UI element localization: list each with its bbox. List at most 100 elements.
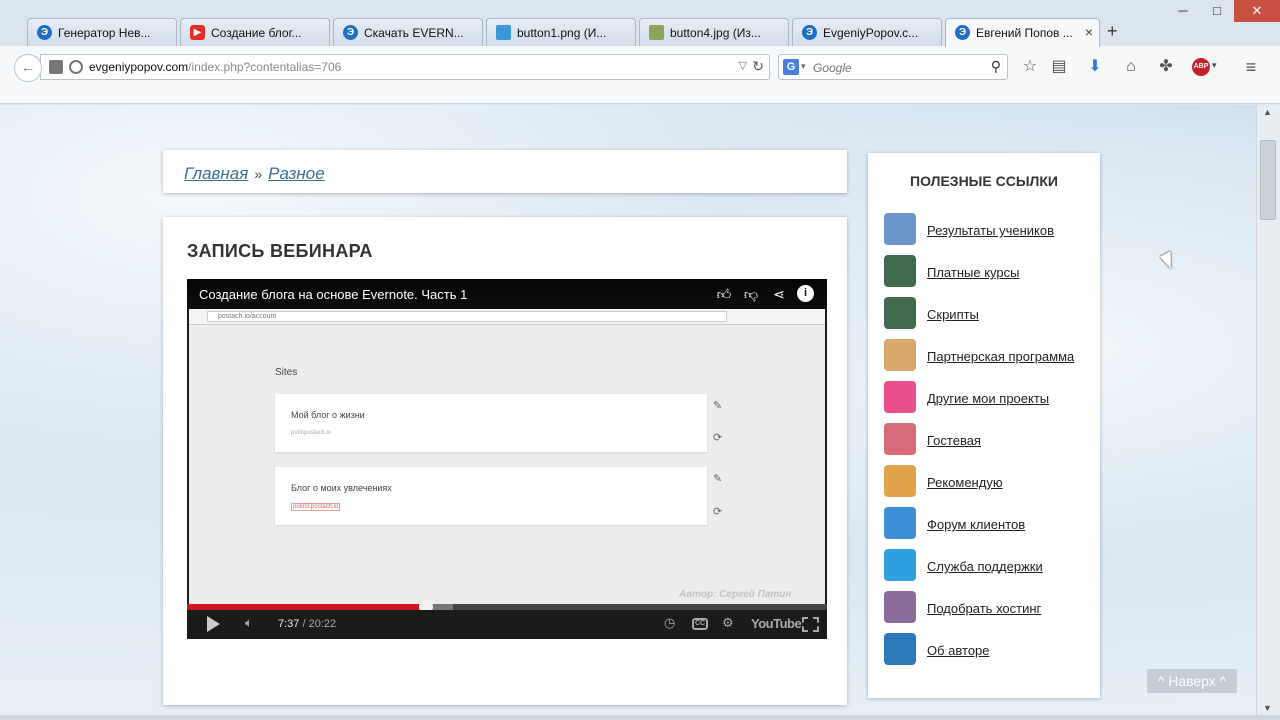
home-icon[interactable]: ⌂	[1119, 55, 1143, 79]
video-inner-blog-url: putinpostach.io	[291, 430, 332, 436]
sidebar-link[interactable]: Скрипты	[884, 297, 1094, 331]
sidebar-link[interactable]: Служба поддержки	[884, 549, 1094, 583]
sidebar-link-label[interactable]: Рекомендую	[927, 475, 1003, 490]
video-frame[interactable]: postach.io/account Sites Мой блог о жизн…	[189, 309, 825, 604]
browser-tab[interactable]: button1.png (И...	[486, 18, 636, 46]
browser-tab[interactable]: Э EvgeniyPopov.c...	[792, 18, 942, 46]
sidebar-link[interactable]: Другие мои проекты	[884, 381, 1094, 415]
browser-tab[interactable]: ▶ Создание блог...	[180, 18, 330, 46]
evgeniy-icon: Э	[802, 25, 817, 40]
page-icon	[49, 60, 63, 74]
breadcrumb-home-link[interactable]: Главная	[184, 164, 248, 183]
search-placeholder[interactable]: Google	[813, 61, 852, 75]
sidebar-link-label[interactable]: Подобрать хостинг	[927, 601, 1041, 616]
play-icon[interactable]	[207, 616, 220, 632]
browser-tab[interactable]: Э Скачать EVERN...	[333, 18, 483, 46]
youtube-logo[interactable]: YouTube	[751, 616, 802, 631]
captions-icon[interactable]: CC	[692, 618, 708, 630]
dislike-icon[interactable]: 👎︎	[742, 285, 760, 303]
menu-icon[interactable]: ≡	[1239, 55, 1263, 79]
scroll-down-icon[interactable]: ▼	[1263, 703, 1272, 713]
fullscreen-icon[interactable]	[802, 617, 819, 632]
handshake-icon[interactable]	[884, 339, 916, 371]
sidebar-link-label[interactable]: Форум клиентов	[927, 517, 1025, 532]
browser-tab-active[interactable]: Э Евгений Попов ... ×	[945, 18, 1100, 47]
sidebar-link-label[interactable]: Результаты учеников	[927, 223, 1054, 238]
sidebar-link[interactable]: Гостевая	[884, 423, 1094, 457]
youtube-icon: ▶	[190, 25, 205, 40]
engine-dropdown-icon[interactable]: ▾	[801, 61, 806, 72]
watch-later-icon[interactable]: ◷	[664, 615, 675, 631]
sidebar-link[interactable]: Рекомендую	[884, 465, 1094, 499]
sidebar-link-label[interactable]: Служба поддержки	[927, 559, 1043, 574]
video-time-separator: /	[299, 618, 309, 630]
video-inner-blog-card: Мой блог о жизни putinpostach.io	[275, 394, 707, 452]
folders-icon[interactable]	[884, 381, 916, 413]
sidebar-link[interactable]: Платные курсы	[884, 255, 1094, 289]
evgeniy-icon: Э	[343, 25, 358, 40]
sidebar-link-label[interactable]: Другие мои проекты	[927, 391, 1049, 406]
search-box[interactable]: G ▾ Google ⚲	[778, 54, 1008, 80]
search-engine-icon[interactable]: G	[783, 59, 799, 75]
back-button[interactable]: ←	[14, 54, 42, 82]
settings-gear-icon[interactable]: ⚙	[722, 615, 734, 631]
thumbs-up-icon[interactable]	[884, 465, 916, 497]
browser-tab[interactable]: Э Генератор Нев...	[27, 18, 177, 46]
url-dropdown-icon[interactable]: ▽	[739, 59, 747, 72]
navigation-toolbar: evgeniypopov.com/index.php?contentalias=…	[0, 46, 1280, 104]
jpg-icon	[649, 25, 664, 40]
adblock-icon[interactable]: ABP	[1192, 58, 1210, 76]
sidebar-title: ПОЛЕЗНЫЕ ССЫЛКИ	[910, 173, 1058, 189]
share-icon[interactable]: ⋖	[770, 285, 788, 303]
adblock-dropdown-icon[interactable]: ▾	[1212, 60, 1217, 71]
tab-close-icon[interactable]: ×	[1085, 24, 1093, 40]
search-icon[interactable]: ⚲	[991, 58, 1001, 75]
students-results-icon[interactable]	[884, 213, 916, 245]
sidebar-link[interactable]: Подобрать хостинг	[884, 591, 1094, 625]
sidebar-link[interactable]: Партнерская программа	[884, 339, 1094, 373]
sidebar-link[interactable]: Результаты учеников	[884, 213, 1094, 247]
ninja-icon[interactable]	[884, 591, 916, 623]
back-to-top-button[interactable]: ^ Наверх ^	[1147, 669, 1237, 693]
url-text[interactable]: evgeniypopov.com/index.php?contentalias=…	[89, 60, 341, 74]
browser-tab[interactable]: button4.jpg (Из...	[639, 18, 789, 46]
window-controls: ─ □ ✕	[1166, 0, 1280, 22]
close-window-button[interactable]: ✕	[1234, 0, 1280, 22]
sidebar-link[interactable]: Форум клиентов	[884, 507, 1094, 541]
sidebar-link[interactable]: Об авторе	[884, 633, 1094, 667]
video-title-bar: Создание блога на основе Evernote. Часть…	[187, 279, 827, 309]
scripts-icon[interactable]	[884, 297, 916, 329]
breadcrumb-current-link[interactable]: Разное	[268, 164, 325, 183]
horizontal-scrollbar[interactable]	[0, 715, 1280, 720]
extension-icon[interactable]: ✤	[1154, 55, 1178, 79]
forum-icon[interactable]	[884, 507, 916, 539]
guestbook-icon[interactable]	[884, 423, 916, 455]
video-title[interactable]: Создание блога на основе Evernote. Часть…	[199, 287, 467, 302]
paid-courses-icon[interactable]	[884, 255, 916, 287]
info-icon[interactable]: i	[797, 285, 814, 302]
bookmark-star-icon[interactable]: ☆	[1018, 55, 1042, 79]
tab-title: button1.png (И...	[517, 25, 607, 40]
vertical-scrollbar[interactable]: ▲ ▼	[1256, 105, 1280, 715]
tab-title: EvgeniyPopov.c...	[823, 25, 919, 40]
sidebar-link-label[interactable]: Партнерская программа	[927, 349, 1074, 364]
address-bar[interactable]: evgeniypopov.com/index.php?contentalias=…	[40, 54, 770, 80]
video-player[interactable]: postach.io/account Sites Мой блог о жизн…	[187, 279, 827, 639]
video-inner-browser-bar: postach.io/account	[189, 309, 825, 325]
author-icon[interactable]	[884, 633, 916, 665]
bookmarks-list-icon[interactable]: ▤	[1047, 55, 1071, 79]
minimize-button[interactable]: ─	[1166, 0, 1200, 22]
scroll-up-icon[interactable]: ▲	[1263, 107, 1272, 117]
help-icon[interactable]	[884, 549, 916, 581]
sidebar-link-label[interactable]: Об авторе	[927, 643, 990, 658]
sidebar-link-label[interactable]: Гостевая	[927, 433, 981, 448]
download-icon[interactable]: ⬇	[1083, 55, 1107, 79]
reload-icon[interactable]: ↻	[752, 58, 764, 75]
like-icon[interactable]: 👍︎	[715, 285, 733, 303]
scrollbar-thumb[interactable]	[1260, 140, 1276, 220]
volume-icon[interactable]: 🔈︎	[245, 615, 253, 631]
new-tab-button[interactable]: +	[1107, 21, 1118, 42]
sidebar-link-label[interactable]: Платные курсы	[927, 265, 1019, 280]
sidebar-link-label[interactable]: Скрипты	[927, 307, 979, 322]
maximize-button[interactable]: □	[1200, 0, 1234, 22]
